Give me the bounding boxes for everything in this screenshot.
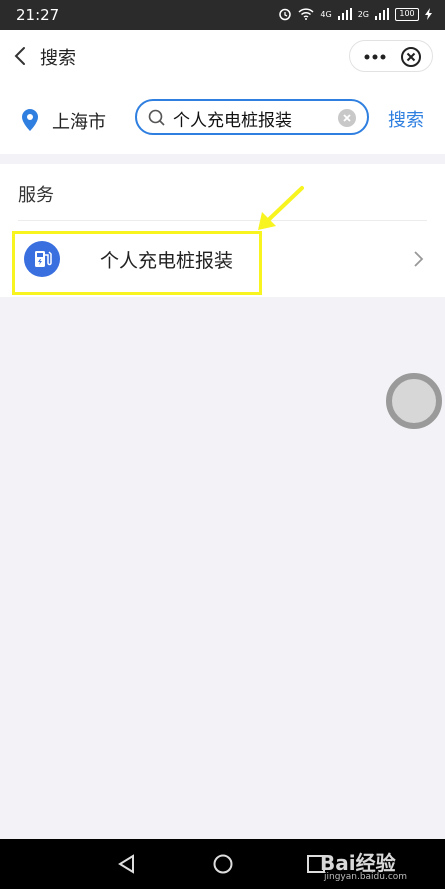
chevron-left-icon <box>14 47 25 65</box>
status-icons: 4G 2G 100 <box>278 7 433 21</box>
signal-label-1: 4G <box>320 9 332 19</box>
circle-home-icon <box>213 854 233 874</box>
alarm-icon <box>278 7 292 21</box>
back-button[interactable] <box>10 44 32 68</box>
nav-home-button[interactable] <box>212 853 234 875</box>
charging-pile-icon <box>24 241 60 277</box>
title-bar: 搜索 <box>0 30 445 82</box>
charging-icon <box>425 8 433 20</box>
search-icon <box>148 109 166 127</box>
status-time: 21:27 <box>16 6 60 24</box>
watermark-url: jingyan.baidu.com <box>324 872 408 882</box>
battery-icon: 100 <box>395 7 419 21</box>
chevron-right-icon <box>413 249 425 269</box>
close-circle-icon <box>401 47 421 67</box>
search-box[interactable] <box>135 99 369 135</box>
location-pin-icon[interactable] <box>20 108 40 132</box>
clear-icon[interactable] <box>338 109 356 127</box>
signal-icon <box>337 8 352 20</box>
status-bar: 21:27 4G 2G 100 <box>0 0 445 30</box>
floating-assistive-button[interactable] <box>386 373 442 429</box>
service-item-charging-pile[interactable]: 个人充电桩报装 <box>0 221 445 297</box>
capsule-menu <box>349 40 433 72</box>
more-icon <box>364 54 386 60</box>
city-selector[interactable]: 上海市 <box>52 108 106 134</box>
search-button[interactable]: 搜索 <box>388 106 424 132</box>
more-button[interactable] <box>360 48 390 66</box>
search-input[interactable] <box>173 106 323 130</box>
navigation-bar: Bai经验 jingyan.baidu.com <box>0 839 445 889</box>
nav-back-button[interactable] <box>116 853 138 875</box>
section-title: 服务 <box>18 185 54 206</box>
page-title: 搜索 <box>40 48 76 69</box>
triangle-back-icon <box>118 854 134 874</box>
close-button[interactable] <box>400 46 422 68</box>
service-section: 服务 个人充电桩报装 <box>0 164 445 297</box>
signal-label-2: 2G <box>357 9 369 19</box>
wifi-icon <box>298 8 314 20</box>
signal-icon <box>375 8 389 20</box>
service-item-label: 个人充电桩报装 <box>100 250 234 272</box>
search-area: 上海市 搜索 <box>0 82 445 154</box>
